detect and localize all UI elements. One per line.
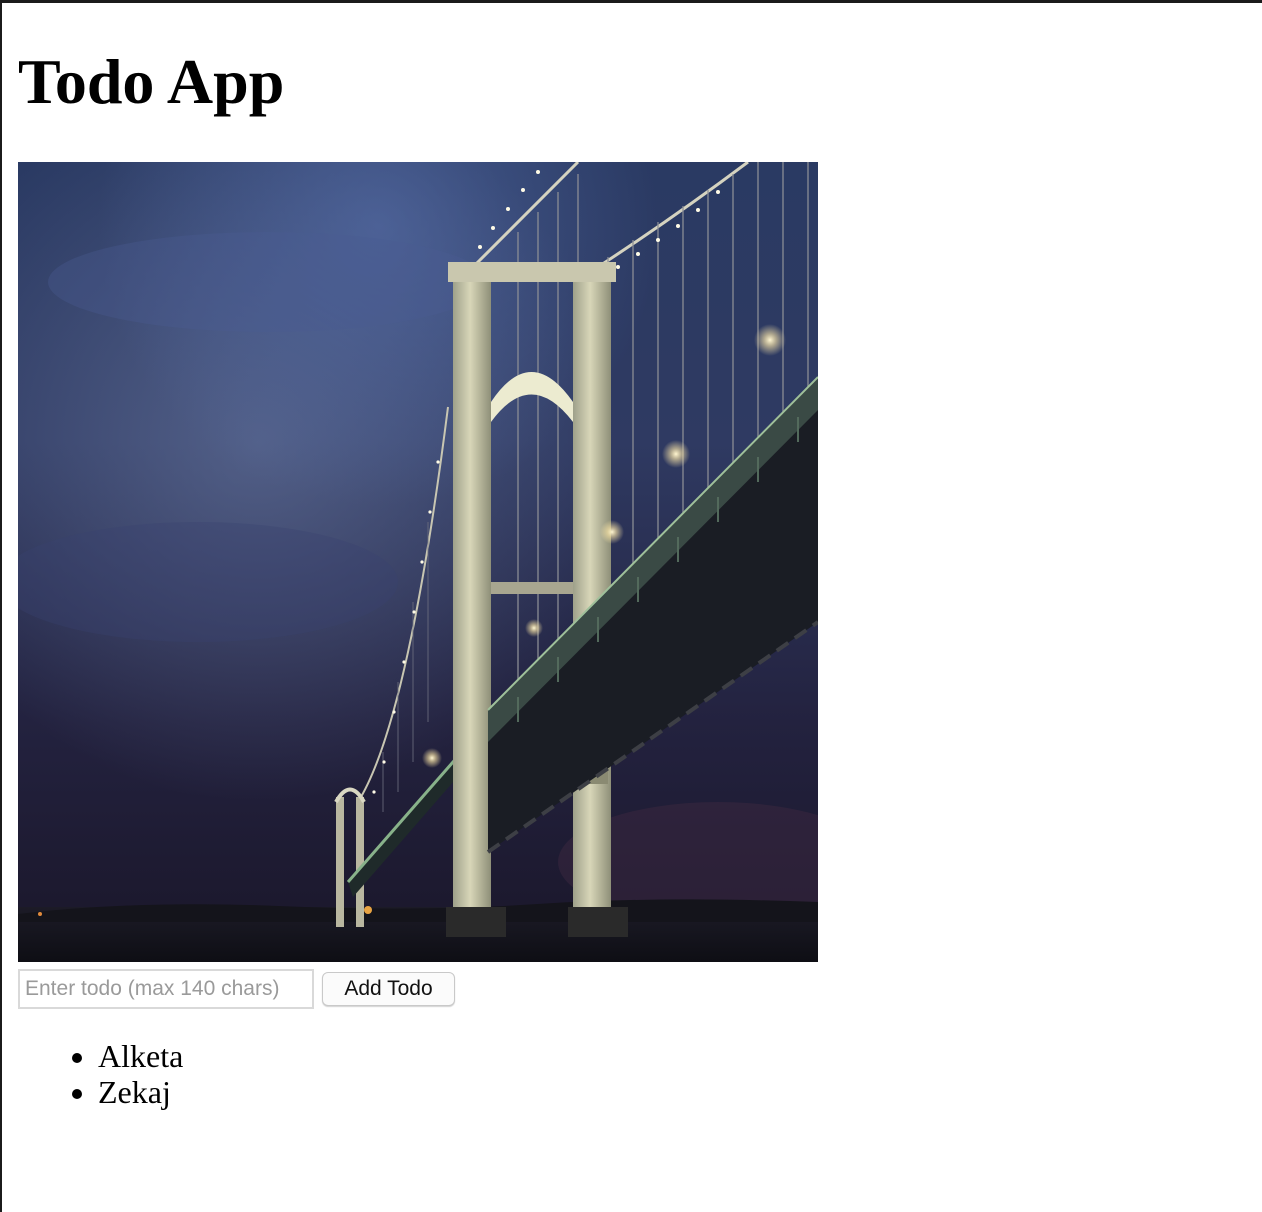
todo-input[interactable] <box>18 969 314 1009</box>
window-left-border <box>0 0 2 1212</box>
add-todo-form: Add Todo <box>18 968 455 1010</box>
window-top-border <box>0 0 1262 3</box>
hero-image <box>18 162 818 962</box>
todo-item: Zekaj <box>98 1074 183 1110</box>
todo-list: Alketa Zekaj <box>18 1038 183 1110</box>
add-todo-button[interactable]: Add Todo <box>322 972 455 1006</box>
todo-item: Alketa <box>98 1038 183 1074</box>
page-title: Todo App <box>18 46 285 117</box>
